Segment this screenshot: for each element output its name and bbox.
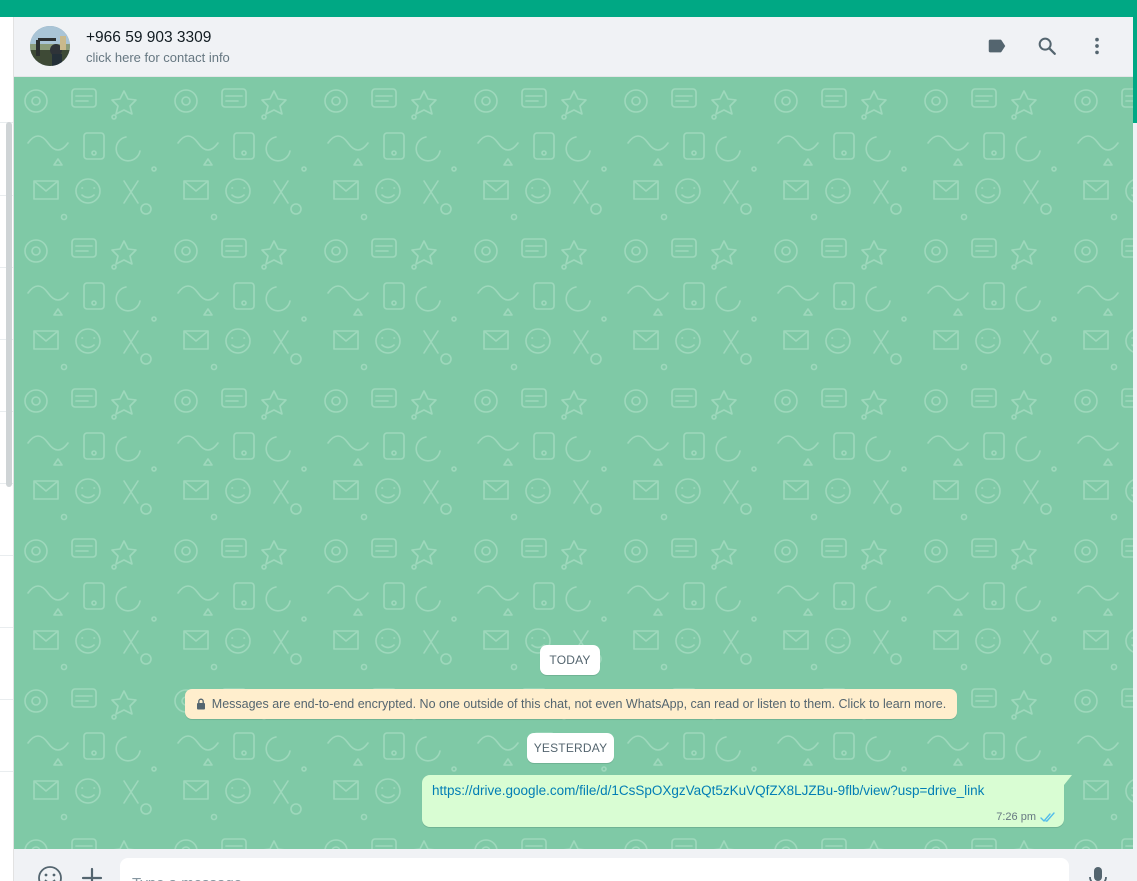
conversation-header[interactable]: +966 59 903 3309 click here for contact … [14, 17, 1133, 77]
date-divider-today: TODAY [540, 645, 600, 675]
conversation-panel: +966 59 903 3309 click here for contact … [14, 17, 1133, 881]
lock-icon [196, 698, 205, 710]
outgoing-message[interactable]: https://drive.google.com/file/d/1CsSpOXg… [422, 775, 1072, 827]
chat-wallpaper: TODAY Messages are end-to-end encrypted.… [14, 77, 1133, 849]
encryption-notice-text: Messages are end-to-end encrypted. No on… [211, 697, 947, 711]
message-link[interactable]: https://drive.google.com/file/d/1CsSpOXg… [432, 783, 984, 798]
date-divider-yesterday: YESTERDAY [527, 733, 614, 763]
attach-icon[interactable] [79, 865, 105, 881]
message-time: 7:26 pm [996, 811, 1036, 823]
chat-list-scrollbar[interactable] [6, 122, 12, 487]
list-divider [0, 627, 13, 628]
chat-list-panel-edge [0, 17, 14, 881]
emoji-icon[interactable] [37, 865, 63, 881]
mic-icon[interactable] [1085, 865, 1111, 881]
contact-info-hint[interactable]: click here for contact info [86, 50, 230, 65]
encryption-notice[interactable]: Messages are end-to-end encrypted. No on… [185, 689, 957, 719]
contact-avatar[interactable] [30, 26, 70, 66]
bubble-tail [1064, 775, 1072, 785]
label-icon[interactable] [985, 34, 1009, 58]
right-accent [1133, 17, 1137, 123]
search-icon[interactable] [1035, 34, 1059, 58]
avatar-photo [30, 26, 70, 66]
read-ticks-icon [1040, 811, 1055, 822]
message-input[interactable] [120, 858, 1069, 881]
app-top-strip [0, 0, 1137, 17]
right-edge [1133, 17, 1137, 881]
composer-bar [14, 849, 1133, 881]
contact-name[interactable]: +966 59 903 3309 [86, 29, 211, 47]
list-divider [0, 771, 13, 772]
message-meta: 7:26 pm [996, 811, 1056, 823]
list-divider [0, 699, 13, 700]
list-divider [0, 555, 13, 556]
menu-icon[interactable] [1085, 34, 1109, 58]
